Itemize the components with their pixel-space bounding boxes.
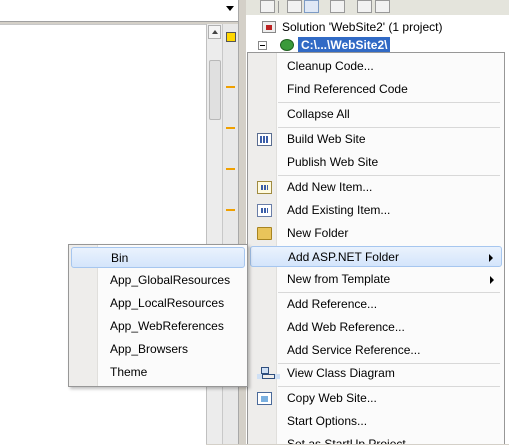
menu-item-label: Cleanup Code... — [287, 59, 374, 73]
menu-separator — [278, 175, 500, 176]
asp-net-folder-submenu: Bin App_GlobalResources App_LocalResourc… — [68, 244, 248, 387]
submenu-item-label: App_WebReferences — [110, 319, 224, 333]
search-icon[interactable] — [330, 0, 345, 13]
submenu-item-theme[interactable]: Theme — [71, 362, 245, 383]
copy-web-site-icon — [257, 392, 272, 405]
menu-item-add-new-item[interactable]: Add New Item... — [250, 177, 502, 198]
asp-net-configuration-icon[interactable] — [375, 0, 390, 13]
menu-item-label: Find Referenced Code — [287, 82, 408, 96]
menu-item-label: Start Options... — [287, 414, 368, 428]
menu-item-add-web-reference[interactable]: Add Web Reference... — [250, 317, 502, 338]
menu-item-label: Set as StartUp Project — [287, 437, 406, 444]
menu-separator — [278, 102, 500, 103]
submenu-item-app-browsers[interactable]: App_Browsers — [71, 339, 245, 360]
add-new-item-icon — [257, 181, 272, 194]
marker-icon — [226, 127, 235, 129]
menu-item-label: View Class Diagram — [287, 366, 395, 380]
submenu-item-label: App_GlobalResources — [110, 273, 231, 287]
menu-separator — [278, 386, 500, 387]
menu-separator — [278, 127, 500, 128]
submenu-item-app-localresources[interactable]: App_LocalResources — [71, 293, 245, 314]
website-project-icon — [280, 39, 294, 51]
menu-item-cleanup-code[interactable]: Cleanup Code... — [250, 56, 502, 77]
menu-item-label: Add New Item... — [287, 180, 373, 194]
menu-item-label: Add ASP.NET Folder — [288, 250, 399, 264]
menu-item-label: Build Web Site — [287, 132, 366, 146]
submenu-item-bin[interactable]: Bin — [71, 247, 245, 268]
menu-item-label: Publish Web Site — [287, 155, 379, 169]
nest-related-files-icon[interactable] — [304, 0, 319, 13]
project-context-menu: Cleanup Code... Find Referenced Code Col… — [247, 52, 505, 444]
file-status-indicator-icon — [226, 32, 236, 42]
menu-item-label: Add Web Reference... — [287, 320, 405, 334]
menu-item-add-existing-item[interactable]: Add Existing Item... — [250, 200, 502, 221]
marker-icon — [226, 209, 235, 211]
marker-icon — [226, 168, 235, 170]
solution-explorer-toolbar — [246, 0, 509, 15]
menu-item-label: New Folder — [287, 226, 349, 240]
class-diagram-icon — [257, 367, 280, 380]
submenu-item-label: App_LocalResources — [110, 296, 225, 310]
build-icon — [257, 133, 272, 146]
menu-item-new-folder[interactable]: New Folder — [250, 223, 502, 244]
refresh-icon[interactable] — [287, 0, 302, 13]
solution-label: Solution 'WebSite2' (1 project) — [282, 20, 443, 34]
menu-item-label: Copy Web Site... — [287, 391, 377, 405]
submenu-item-label: App_Browsers — [110, 342, 189, 356]
menu-item-add-asp-net-folder[interactable]: Add ASP.NET Folder — [250, 246, 502, 267]
menu-item-label: Collapse All — [287, 107, 350, 121]
menu-item-new-from-template[interactable]: New from Template — [250, 269, 502, 290]
menu-item-label: Add Reference... — [287, 297, 378, 311]
project-label: C:\...\WebSite2\ — [298, 37, 391, 53]
chevron-down-icon[interactable] — [226, 6, 234, 11]
menu-item-label: Add Existing Item... — [287, 203, 391, 217]
submenu-item-app-globalresources[interactable]: App_GlobalResources — [71, 270, 245, 291]
solution-icon — [262, 21, 276, 33]
menu-item-find-referenced-code[interactable]: Find Referenced Code — [250, 79, 502, 100]
properties-icon[interactable] — [260, 0, 275, 13]
menu-item-build-web-site[interactable]: Build Web Site — [250, 129, 502, 150]
menu-item-label: New from Template — [287, 272, 391, 286]
menu-item-collapse-all[interactable]: Collapse All — [250, 104, 502, 125]
editor-members-dropdown[interactable] — [0, 0, 238, 22]
marker-icon — [226, 86, 235, 88]
scroll-up-arrow-icon[interactable] — [208, 25, 221, 39]
menu-item-add-reference[interactable]: Add Reference... — [250, 294, 502, 315]
submenu-arrow-icon — [490, 276, 494, 284]
submenu-item-app-webreferences[interactable]: App_WebReferences — [71, 316, 245, 337]
menu-item-view-class-diagram[interactable]: View Class Diagram — [250, 363, 502, 384]
menu-item-publish-web-site[interactable]: Publish Web Site — [250, 152, 502, 173]
copy-web-site-toolbar-icon[interactable] — [357, 0, 372, 13]
submenu-item-label: Theme — [110, 365, 148, 379]
submenu-item-label: Bin — [111, 251, 129, 265]
menu-item-start-options[interactable]: Start Options... — [250, 411, 502, 432]
menu-item-set-as-startup-project[interactable]: Set as StartUp Project — [250, 434, 502, 444]
add-existing-item-icon — [257, 204, 272, 217]
menu-item-copy-web-site[interactable]: Copy Web Site... — [250, 388, 502, 409]
scrollbar-thumb[interactable] — [209, 60, 221, 120]
collapse-toggle-icon[interactable] — [258, 41, 267, 50]
menu-item-add-service-reference[interactable]: Add Service Reference... — [250, 340, 502, 361]
menu-separator — [278, 292, 500, 293]
menu-item-label: Add Service Reference... — [287, 343, 421, 357]
submenu-arrow-icon — [489, 254, 493, 262]
new-folder-icon — [257, 227, 272, 240]
